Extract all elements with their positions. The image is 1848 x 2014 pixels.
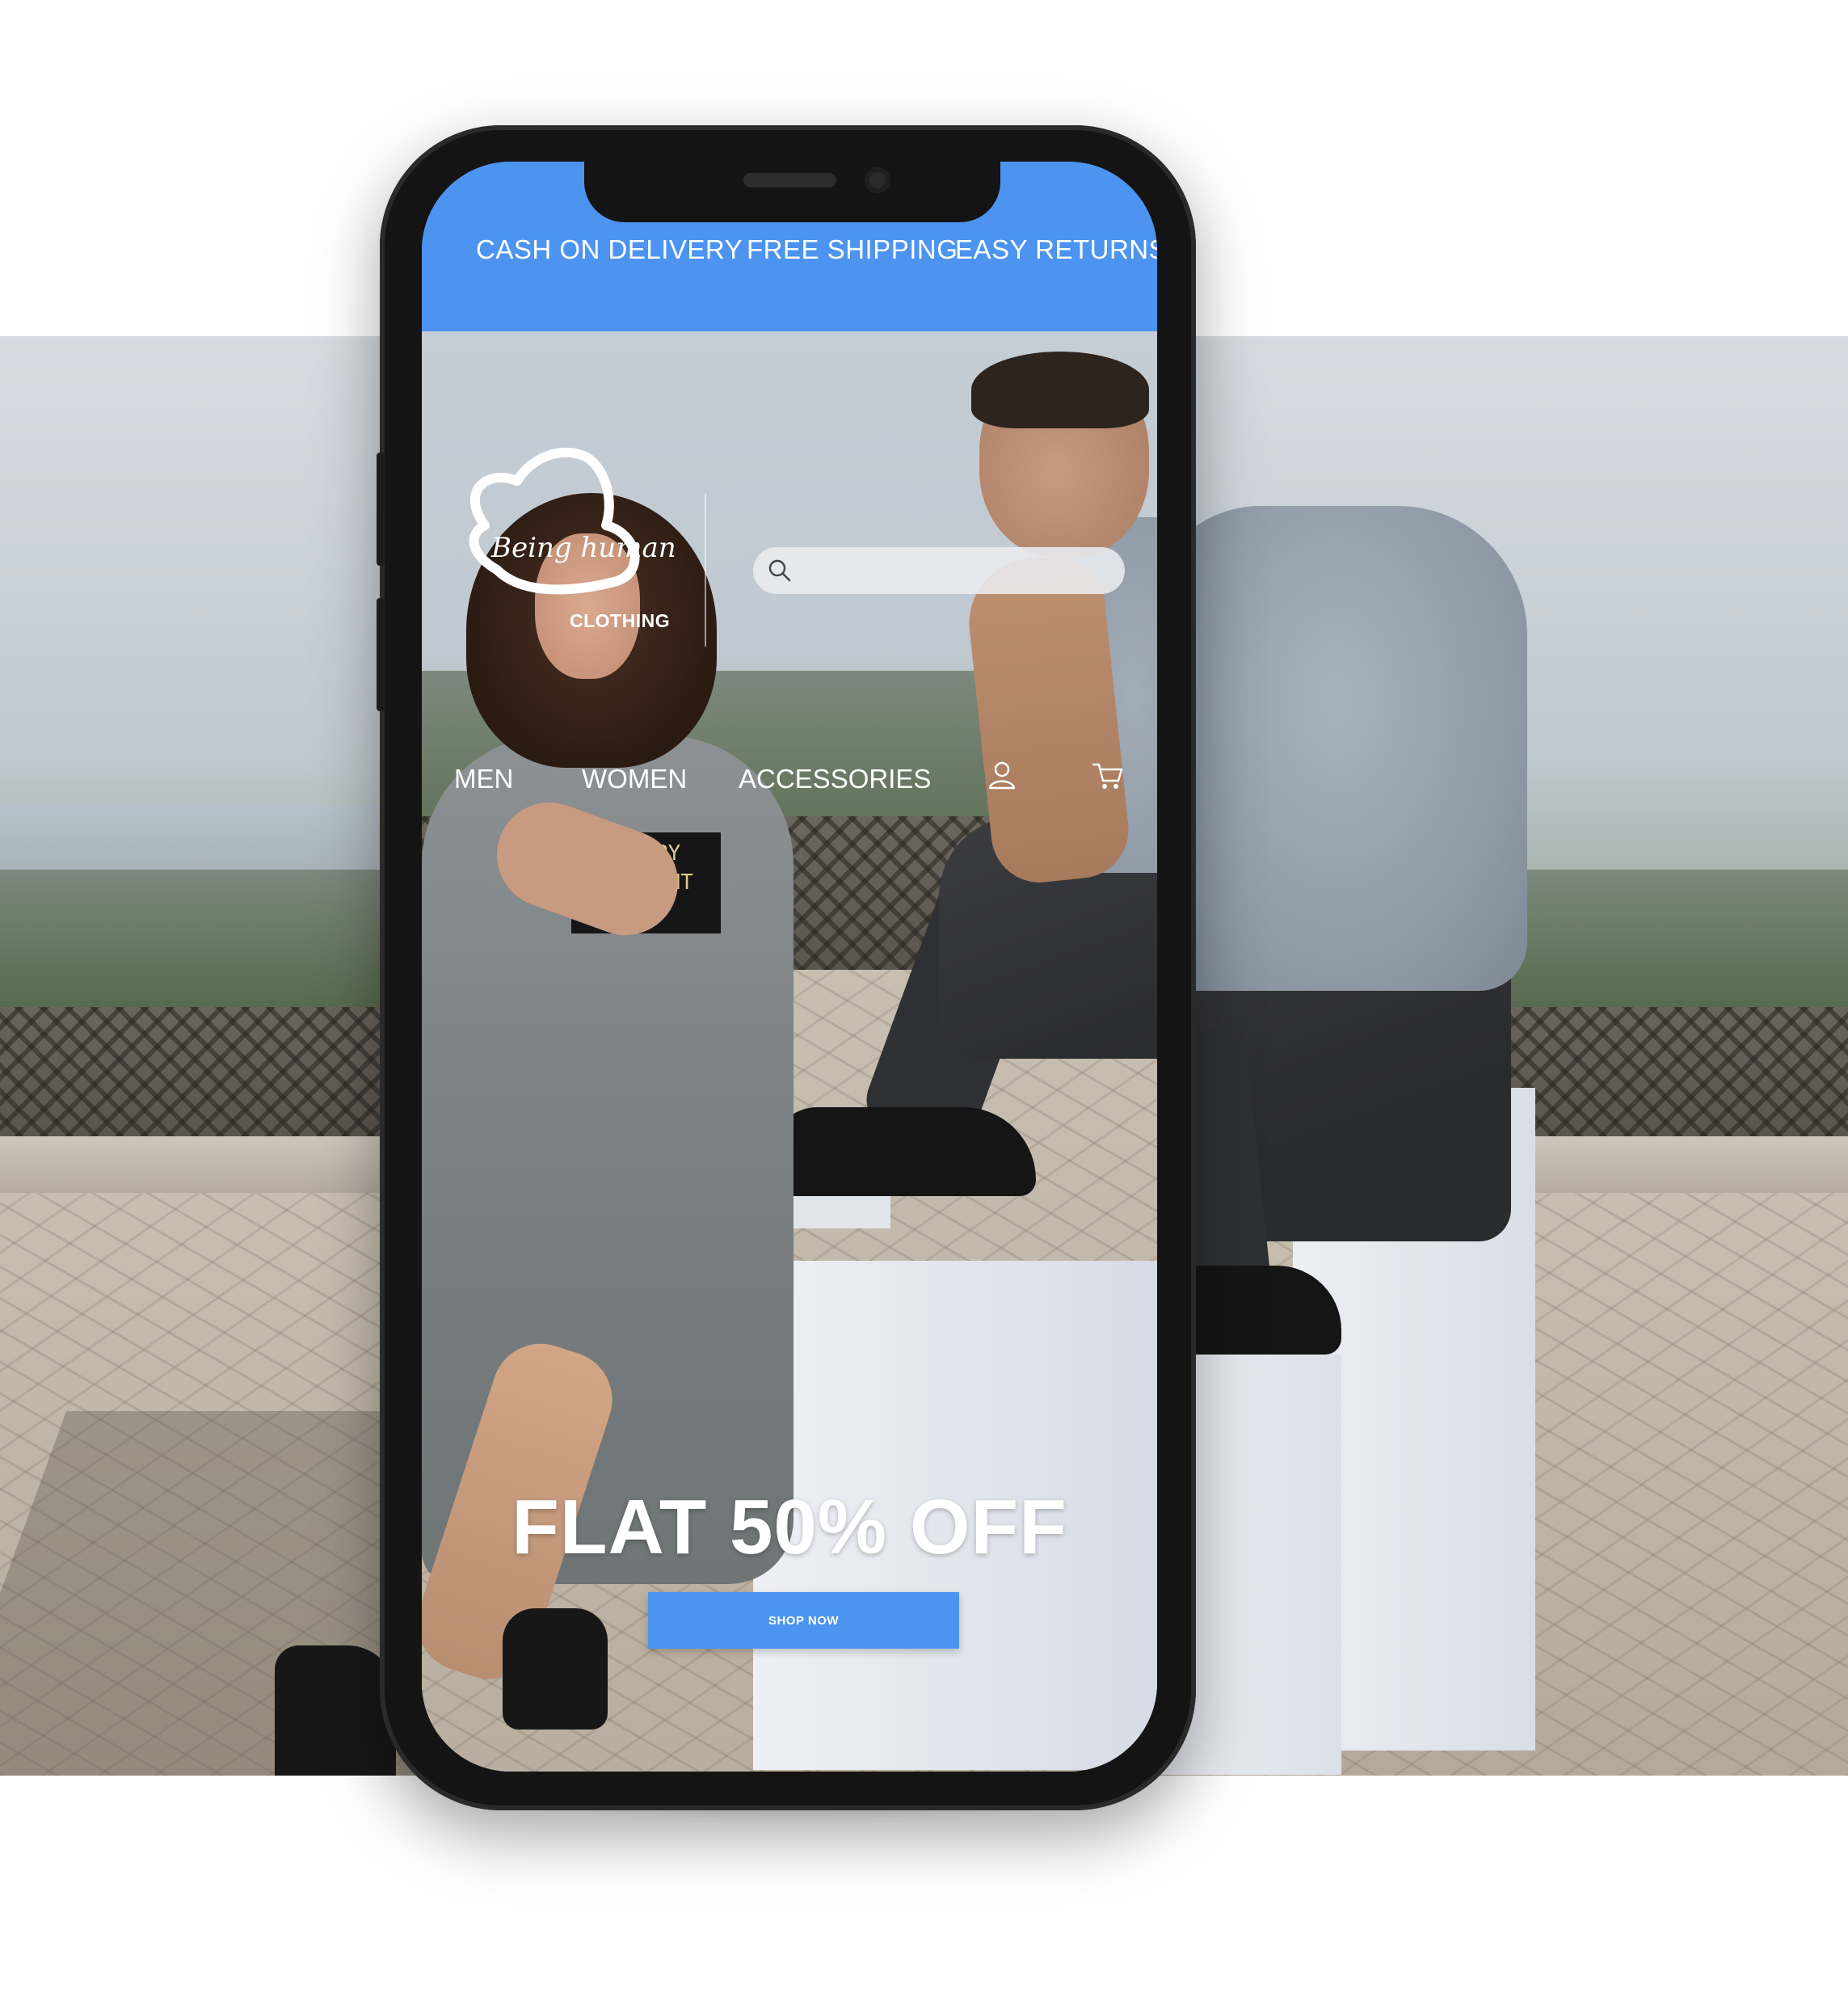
search-bar[interactable] xyxy=(753,547,1125,594)
heart-logo-icon xyxy=(469,447,640,595)
phone-screen: CASH ON DELIVERY FREE SHIPPING EASY RETU… xyxy=(422,162,1157,1772)
nav-accessories[interactable]: ACCESSORIES xyxy=(739,764,931,794)
user-icon[interactable] xyxy=(985,758,1019,792)
nav-men[interactable]: MEN xyxy=(454,764,513,794)
promo-easy-returns: EASY RETURNS xyxy=(955,234,1157,264)
shop-now-button[interactable]: SHOP NOW xyxy=(648,1592,959,1649)
promo-cash-on-delivery: CASH ON DELIVERY xyxy=(476,234,743,264)
search-icon[interactable] xyxy=(768,558,792,583)
phone-camera xyxy=(865,167,890,193)
promo-free-shipping: FREE SHIPPING xyxy=(747,234,958,264)
phone-side-button xyxy=(377,453,385,566)
phone-side-button xyxy=(377,598,385,711)
search-input[interactable] xyxy=(805,552,1115,591)
hero-headline: FLAT 50% OFF xyxy=(511,1484,1067,1570)
nav-women[interactable]: WOMEN xyxy=(582,764,687,794)
phone-notch xyxy=(584,162,1000,222)
cart-icon[interactable] xyxy=(1091,758,1125,792)
phone-speaker xyxy=(743,173,836,187)
brand-logo[interactable]: Being human CLOTHING xyxy=(453,436,676,663)
header-divider xyxy=(705,493,706,647)
logo-wordmark: Being human xyxy=(491,532,676,564)
logo-subtext: CLOTHING xyxy=(570,610,671,631)
